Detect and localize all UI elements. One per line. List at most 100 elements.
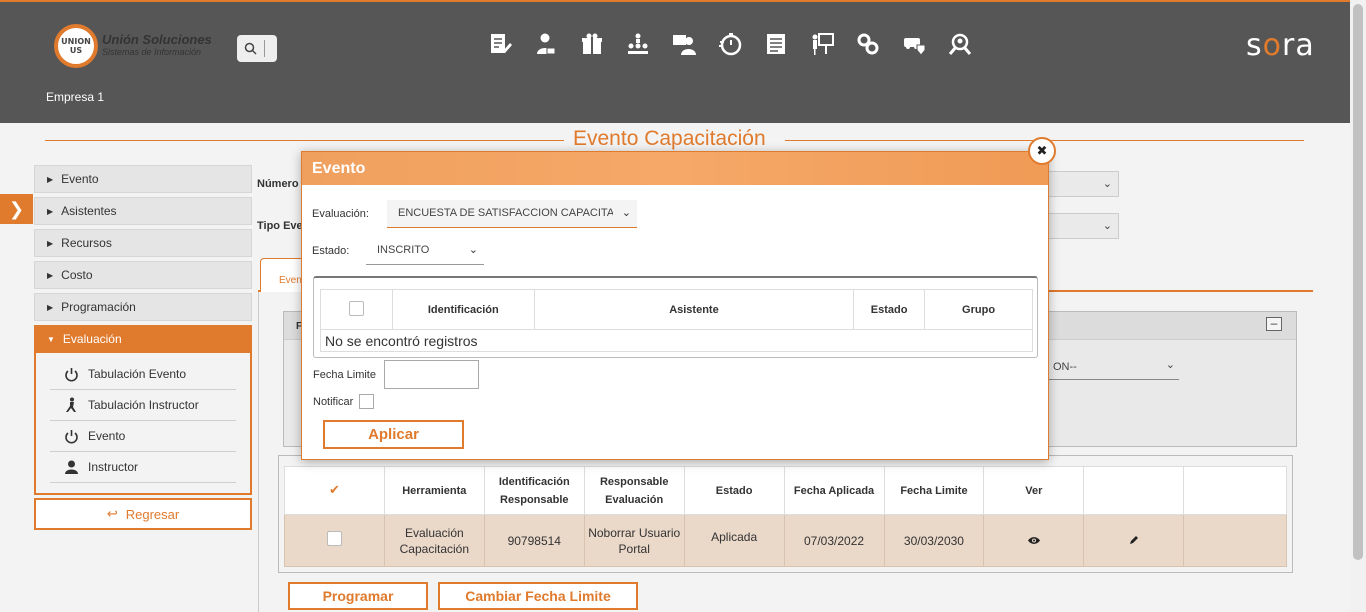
estado-label: Estado: <box>312 245 350 257</box>
cell-fecha-limite: 30/03/2030 <box>883 514 985 567</box>
submenu-tabulacion-evento[interactable]: Tabulación Evento <box>50 359 236 390</box>
submenu-instructor[interactable]: Instructor <box>50 452 236 483</box>
col-extra <box>1183 466 1287 515</box>
title-rule-left <box>45 140 564 141</box>
sidebar-toggle-button[interactable]: ❯ <box>0 194 33 224</box>
aplicar-button[interactable]: Aplicar <box>323 420 464 449</box>
logo-subtitle: Sistemas de Información <box>102 47 202 57</box>
cambiar-fecha-limite-button[interactable]: Cambiar Fecha Limite <box>438 582 638 610</box>
chevron-right-icon: ❯ <box>8 198 25 219</box>
select-all-header[interactable]: ✔ <box>284 466 385 515</box>
view-cell[interactable] <box>983 514 1085 567</box>
presentation-icon[interactable] <box>810 30 834 58</box>
evaluacion-label: Evaluación: <box>312 208 369 220</box>
search-person-icon[interactable] <box>948 30 972 58</box>
programar-button[interactable]: Programar <box>288 582 428 610</box>
cell-herramienta: Evaluación Capacitación <box>383 514 485 567</box>
back-button[interactable]: ↩ Regresar <box>34 498 252 530</box>
content-border <box>258 292 259 612</box>
event-sidebar-menu: ▶ Evento ▶ Asistentes ▶ Recursos ▶ Costo ▶ Pr… <box>34 165 252 495</box>
menu-item-costo[interactable]: ▶ Costo <box>34 261 252 289</box>
stopwatch-icon[interactable] <box>718 30 742 58</box>
back-arrow-icon: ↩ <box>106 506 118 521</box>
menu-item-programacion[interactable]: ▶ Programación <box>34 293 252 321</box>
person-id-icon[interactable] <box>534 30 558 58</box>
company-logo[interactable]: UNION US Unión Soluciones Sistemas de In… <box>54 24 212 68</box>
search-divider <box>264 40 265 57</box>
gift-icon[interactable] <box>580 30 604 58</box>
caret-right-icon: ▶ <box>47 206 54 216</box>
brand-logo: sora <box>1246 28 1315 63</box>
chevron-down-icon: ⌄ <box>1102 220 1112 232</box>
eye-icon[interactable] <box>1027 534 1040 548</box>
col-fecha-aplicada[interactable]: Fecha Aplicada <box>783 466 885 515</box>
vertical-scrollbar[interactable] <box>1350 0 1366 612</box>
col-asistente[interactable]: Asistente <box>533 289 855 330</box>
power-icon <box>64 429 82 444</box>
scrollbar-thumb[interactable] <box>1353 4 1363 560</box>
evaluacion-select[interactable]: ENCUESTA DE SATISFACCION CAPACITA ⌄ <box>387 200 637 228</box>
shield-car-icon[interactable] <box>902 30 926 58</box>
panel-select[interactable]: ON-- ⌄ <box>1049 354 1179 380</box>
user-icon <box>64 460 82 474</box>
submenu-tabulacion-instructor[interactable]: Tabulación Instructor <box>50 390 236 421</box>
attendee-header-row: Identificación Asistente Estado Grupo <box>320 289 1033 330</box>
check-icon: ✔ <box>328 482 340 497</box>
notificar-label: Notificar <box>313 396 354 408</box>
numero-select[interactable]: ⌄ <box>1040 171 1119 197</box>
cell-estado: Aplicada <box>683 514 785 567</box>
power-icon <box>64 367 82 382</box>
gears-icon[interactable] <box>856 30 880 58</box>
header-search[interactable] <box>237 35 277 62</box>
document-edit-icon[interactable] <box>488 30 512 58</box>
row-checkbox[interactable] <box>326 531 342 546</box>
col-ver[interactable]: Ver <box>983 466 1085 515</box>
menu-item-recursos[interactable]: ▶ Recursos <box>34 229 252 257</box>
extra-cell <box>1183 514 1287 567</box>
page-title: Evento Capacitación <box>573 127 766 150</box>
tipo-evento-label: Tipo Eve <box>257 220 303 232</box>
col-estado[interactable]: Estado <box>683 466 785 515</box>
select-all-checkbox[interactable] <box>348 300 364 316</box>
walking-person-icon <box>64 397 82 413</box>
col-responsable-evaluacion[interactable]: Responsable Evaluación <box>583 466 685 515</box>
chevron-down-icon: ⌄ <box>1102 178 1112 190</box>
chevron-down-icon: ⌄ <box>621 207 631 219</box>
tipo-evento-select[interactable]: ⌄ <box>1040 213 1119 239</box>
row-checkbox-cell[interactable] <box>284 514 385 567</box>
submenu-evento[interactable]: Evento <box>50 421 236 452</box>
caret-down-icon: ▼ <box>47 334 55 344</box>
estado-select[interactable]: INSCRITO ⌄ <box>366 237 484 265</box>
col-grupo[interactable]: Grupo <box>924 289 1033 330</box>
collapse-button[interactable]: – <box>1266 317 1282 331</box>
menu-item-evaluacion[interactable]: ▼ Evaluación <box>34 325 252 353</box>
chevron-down-icon: ⌄ <box>468 244 478 256</box>
cell-identificacion: 90798514 <box>483 514 585 567</box>
menu-item-asistentes[interactable]: ▶ Asistentes <box>34 197 252 225</box>
list-doc-icon[interactable] <box>764 30 788 58</box>
fecha-limite-input[interactable] <box>384 360 479 389</box>
user-board-icon[interactable] <box>672 30 696 58</box>
col-fecha-limite[interactable]: Fecha Limite <box>883 466 985 515</box>
module-nav <box>488 30 972 58</box>
top-header: UNION US Unión Soluciones Sistemas de In… <box>0 0 1350 123</box>
close-modal-button[interactable]: ✖ <box>1028 137 1056 165</box>
logo-title: Unión Soluciones <box>102 32 212 47</box>
search-icon <box>244 42 257 55</box>
org-chart-icon[interactable] <box>626 30 650 58</box>
attendee-table-box: Identificación Asistente Estado Grupo No… <box>313 276 1038 358</box>
fecha-limite-label: Fecha Limite <box>313 369 376 381</box>
col-herramienta[interactable]: Herramienta <box>383 466 485 515</box>
attendee-select-all[interactable] <box>320 289 393 330</box>
close-icon: ✖ <box>1036 143 1048 158</box>
col-edit <box>1083 466 1185 515</box>
notificar-checkbox[interactable] <box>359 394 374 409</box>
chevron-down-icon: ⌄ <box>1165 359 1175 371</box>
table-row[interactable]: Evaluación Capacitación 90798514 Noborra… <box>284 514 1287 567</box>
edit-cell[interactable] <box>1083 514 1185 567</box>
col-estado-modal[interactable]: Estado <box>853 289 926 330</box>
col-identificacion[interactable]: Identificación <box>391 289 535 330</box>
menu-item-evento[interactable]: ▶ Evento <box>34 165 252 193</box>
pencil-icon[interactable] <box>1129 534 1139 548</box>
col-identificacion-responsable[interactable]: Identificación Responsable <box>483 466 585 515</box>
